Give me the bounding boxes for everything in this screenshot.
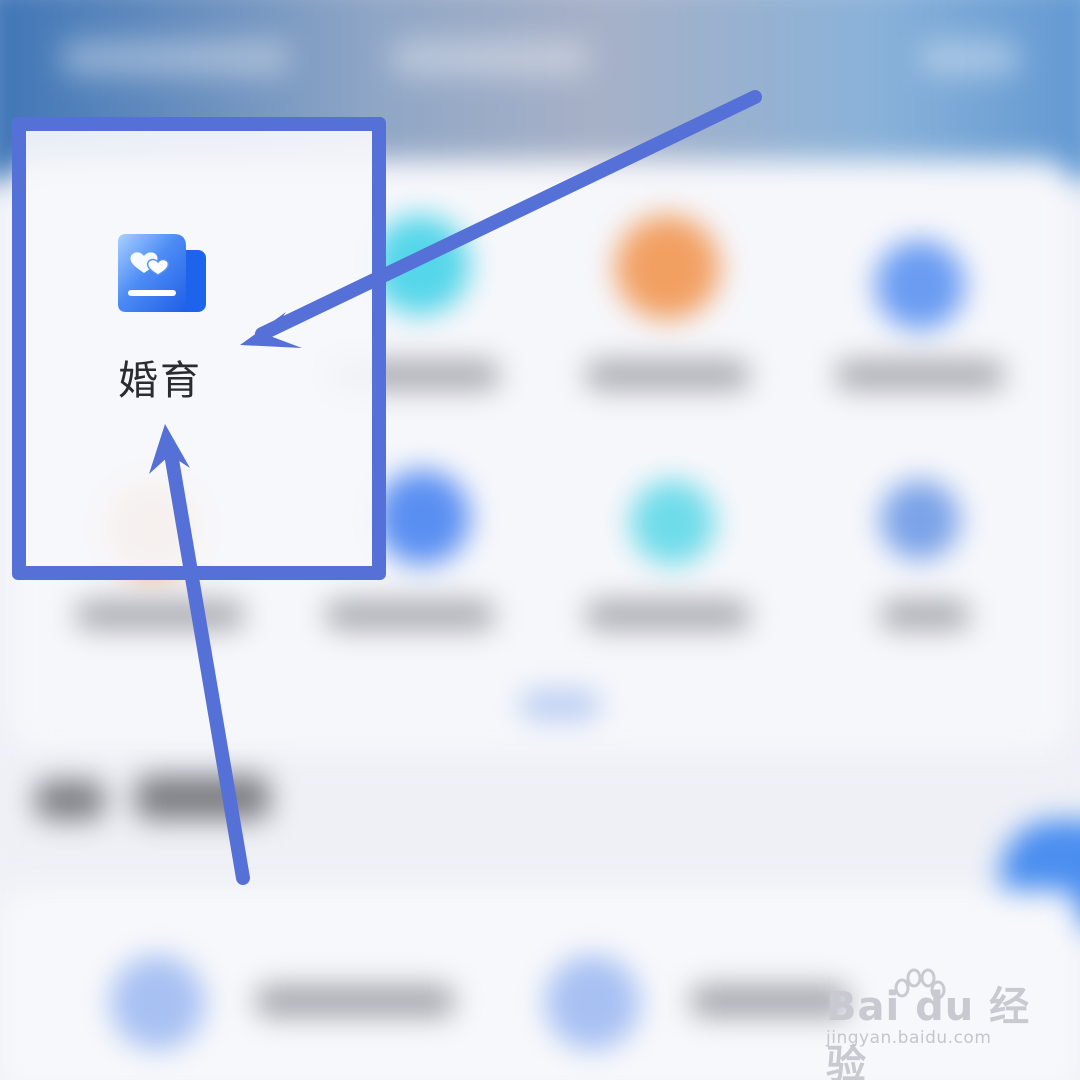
- watermark-url: jingyan.baidu.com: [826, 1028, 992, 1048]
- blurred-app-icon[interactable]: [615, 215, 720, 320]
- blurred-app-label: [325, 600, 495, 630]
- screen: 婚育 Bai du 经验 jingyan.baidu.com: [0, 0, 1080, 1080]
- blurred-page-indicator: [520, 690, 600, 720]
- blurred-app-label: [585, 600, 750, 630]
- blurred-list-label: [255, 985, 455, 1017]
- blurred-app-label: [835, 360, 1005, 390]
- blurred-list-icon[interactable]: [545, 955, 640, 1050]
- app-label[interactable]: 婚育: [60, 348, 260, 406]
- blurred-list-icon[interactable]: [110, 955, 205, 1050]
- baidu-jingyan-watermark: Bai du 经验 jingyan.baidu.com: [826, 966, 1046, 1080]
- paw-icon: [894, 968, 946, 1000]
- blurred-section-title: [135, 775, 270, 820]
- blurred-app-label: [75, 600, 245, 630]
- blurred-section-title: [35, 780, 105, 820]
- blurred-app-icon[interactable]: [630, 480, 715, 565]
- blurred-app-icon[interactable]: [375, 470, 470, 565]
- blurred-header-item: [920, 40, 1020, 76]
- blurred-header-item: [390, 40, 590, 76]
- blurred-header-item: [60, 40, 290, 76]
- blurred-app-label: [880, 600, 970, 630]
- blurred-app-label: [585, 360, 750, 390]
- blurred-app-icon[interactable]: [875, 240, 965, 330]
- marriage-certificate-icon[interactable]: [116, 232, 208, 316]
- blurred-app-icon[interactable]: [880, 480, 960, 560]
